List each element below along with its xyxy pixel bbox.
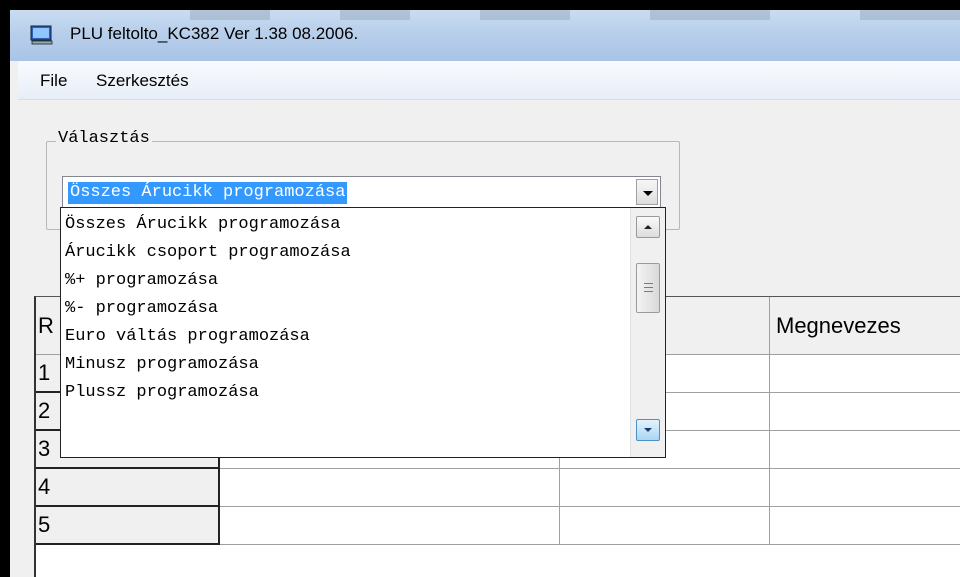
dropdown-option[interactable]: Plussz programozása — [65, 379, 259, 407]
menu-edit[interactable]: Szerkesztés — [96, 71, 189, 91]
scroll-up-button[interactable] — [636, 216, 660, 238]
dropdown-option[interactable]: Minusz programozása — [65, 351, 259, 379]
program-select-combo[interactable]: Összes Árucikk programozása — [62, 176, 661, 210]
grid-cell[interactable] — [770, 431, 960, 469]
scroll-thumb[interactable] — [636, 263, 660, 313]
combo-dropdown-button[interactable] — [636, 179, 658, 205]
combo-selected-value: Összes Árucikk programozása — [68, 182, 348, 204]
app-window: PLU feltolto_KC382 Ver 1.38 08.2006. Fil… — [10, 10, 960, 577]
dropdown-option[interactable]: %- programozása — [65, 295, 218, 323]
dropdown-option[interactable]: %+ programozása — [65, 267, 218, 295]
scroll-down-button[interactable] — [636, 419, 660, 441]
chevron-up-icon — [644, 225, 652, 229]
window-title: PLU feltolto_KC382 Ver 1.38 08.2006. — [70, 24, 359, 43]
grid-cell[interactable] — [220, 469, 560, 507]
program-options-dropdown: Összes Árucikk programozása Árucikk csop… — [60, 207, 666, 458]
grid-row-header[interactable]: 4 — [36, 469, 220, 507]
monitor-app-icon — [30, 25, 53, 45]
grid-column-header-megnevezes[interactable]: Megnevezes — [770, 297, 960, 355]
grid-cell[interactable] — [770, 507, 960, 545]
grid-cell[interactable] — [770, 355, 960, 393]
dropdown-option[interactable]: Összes Árucikk programozása — [65, 211, 340, 239]
grid-cell[interactable] — [770, 393, 960, 431]
grid-cell[interactable] — [560, 469, 770, 507]
menu-bar: File Szerkesztés — [18, 61, 960, 100]
grid-cell[interactable] — [770, 469, 960, 507]
dropdown-option[interactable]: Árucikk csoport programozása — [65, 239, 351, 267]
grid-row-header[interactable]: 5 — [36, 507, 220, 545]
dropdown-scrollbar[interactable] — [630, 208, 665, 457]
menu-file[interactable]: File — [40, 71, 67, 91]
selection-group-label: Választás — [56, 129, 152, 148]
dropdown-option[interactable]: Euro váltás programozása — [65, 323, 310, 351]
grid-cell[interactable] — [560, 507, 770, 545]
chevron-down-icon — [643, 191, 653, 196]
grid-cell[interactable] — [220, 507, 560, 545]
chevron-down-icon — [644, 428, 652, 432]
title-bar[interactable]: PLU feltolto_KC382 Ver 1.38 08.2006. — [10, 10, 960, 61]
